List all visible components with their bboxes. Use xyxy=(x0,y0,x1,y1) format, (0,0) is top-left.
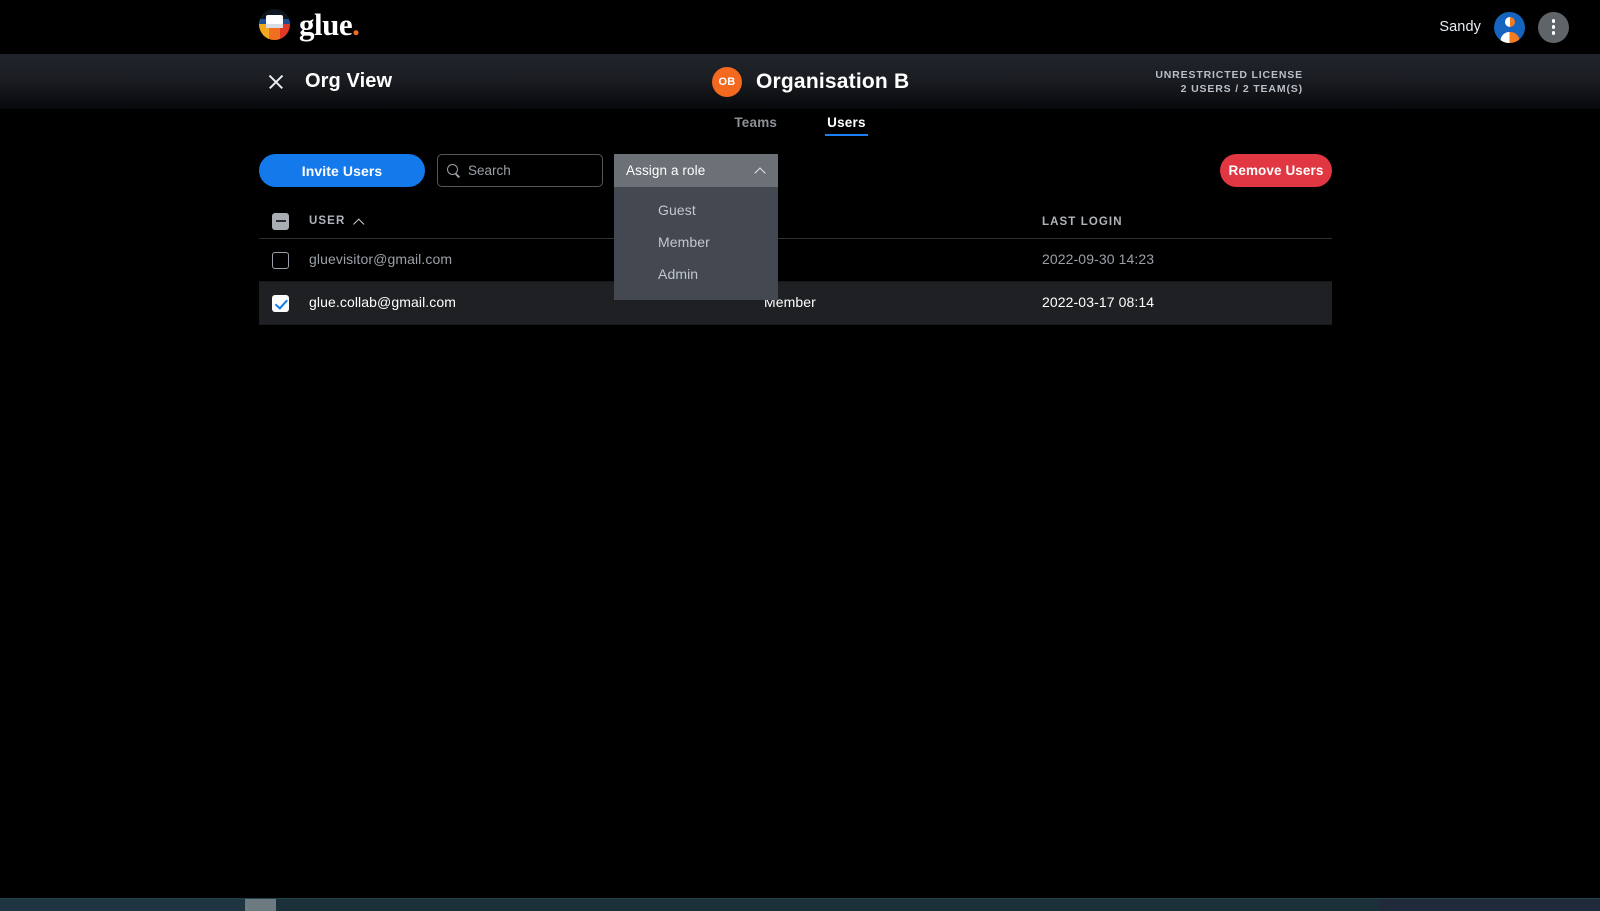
row-user-email: gluevisitor@gmail.com xyxy=(309,251,452,267)
row-user-email: glue.collab@gmail.com xyxy=(309,294,456,310)
row-select-cell xyxy=(259,252,309,269)
users-toolbar: Invite Users Assign a role Guest Member … xyxy=(259,154,1332,187)
brand-name-text: glue xyxy=(299,7,352,42)
sort-ascending-icon xyxy=(354,216,364,226)
row-last-login: 2022-03-17 08:14 xyxy=(1042,294,1154,310)
assign-role-dropdown-label: Assign a role xyxy=(626,163,705,178)
column-header-last-login-label: LAST LOGIN xyxy=(1042,216,1123,228)
table-header-row: USER LAST LOGIN xyxy=(259,204,1332,239)
brand-name: glue. xyxy=(299,9,359,40)
row-role-cell: Member xyxy=(764,294,1042,312)
current-user-name: Sandy xyxy=(1439,19,1481,35)
tab-users[interactable]: Users xyxy=(827,115,866,136)
top-app-bar: glue. Sandy xyxy=(0,0,1600,54)
brand-logo[interactable]: glue. xyxy=(259,9,359,40)
close-icon[interactable] xyxy=(266,72,286,92)
tab-teams[interactable]: Teams xyxy=(734,115,777,136)
org-name: Organisation B xyxy=(756,70,909,94)
license-type: UNRESTRICTED LICENSE xyxy=(1155,69,1303,81)
row-last-login-cell: 2022-09-30 14:23 xyxy=(1042,251,1332,269)
users-table: USER LAST LOGIN gluevisitor@gmail.com xyxy=(259,204,1332,325)
license-counts: 2 USERS / 2 TEAM(S) xyxy=(1181,83,1303,95)
license-info: UNRESTRICTED LICENSE 2 USERS / 2 TEAM(S) xyxy=(1155,54,1303,109)
assign-role-dropdown-toggle[interactable]: Assign a role xyxy=(614,154,778,187)
horizontal-scrollbar[interactable] xyxy=(0,898,1600,911)
scrollbar-thumb[interactable] xyxy=(245,899,276,911)
role-option-member[interactable]: Member xyxy=(614,226,778,258)
column-header-user-label: USER xyxy=(309,215,345,227)
more-vertical-icon[interactable] xyxy=(1538,12,1569,43)
column-header-last-login: LAST LOGIN xyxy=(1042,212,1332,230)
table-row[interactable]: gluevisitor@gmail.com 2022-09-30 14:23 xyxy=(259,239,1332,282)
org-header-bar: Org View OB Organisation B UNRESTRICTED … xyxy=(0,54,1600,109)
remove-users-button[interactable]: Remove Users xyxy=(1220,154,1332,187)
search-icon xyxy=(447,164,460,177)
table-row[interactable]: glue.collab@gmail.com Member 2022-03-17 … xyxy=(259,282,1332,325)
row-last-login-cell: 2022-03-17 08:14 xyxy=(1042,294,1332,312)
select-all-checkbox[interactable] xyxy=(272,213,289,230)
select-all-cell xyxy=(259,213,309,230)
page-title: Org View xyxy=(305,70,392,93)
assign-role-option-list: Guest Member Admin xyxy=(614,187,778,300)
role-option-admin[interactable]: Admin xyxy=(614,258,778,290)
user-avatar-icon[interactable] xyxy=(1494,12,1525,43)
row-checkbox[interactable] xyxy=(272,295,289,312)
scrollbar-track-left xyxy=(0,899,245,911)
row-checkbox[interactable] xyxy=(272,252,289,269)
row-last-login: 2022-09-30 14:23 xyxy=(1042,251,1154,267)
row-select-cell xyxy=(259,295,309,312)
org-identity: OB Organisation B xyxy=(712,54,909,109)
tab-bar: Teams Users xyxy=(0,115,1600,136)
scrollbar-track-right xyxy=(1380,899,1600,911)
org-avatar: OB xyxy=(712,67,742,97)
brand-name-dot: . xyxy=(352,7,359,42)
users-panel: Invite Users Assign a role Guest Member … xyxy=(259,154,1332,187)
role-option-guest[interactable]: Guest xyxy=(614,194,778,226)
glue-cube-logo-icon xyxy=(259,9,290,40)
assign-role-dropdown: Assign a role Guest Member Admin xyxy=(614,154,778,300)
org-header-left: Org View xyxy=(266,54,392,109)
invite-users-button[interactable]: Invite Users xyxy=(259,154,425,187)
chevron-up-icon xyxy=(755,165,766,176)
search-box[interactable] xyxy=(437,154,603,187)
top-bar-right-group: Sandy xyxy=(1439,0,1569,54)
